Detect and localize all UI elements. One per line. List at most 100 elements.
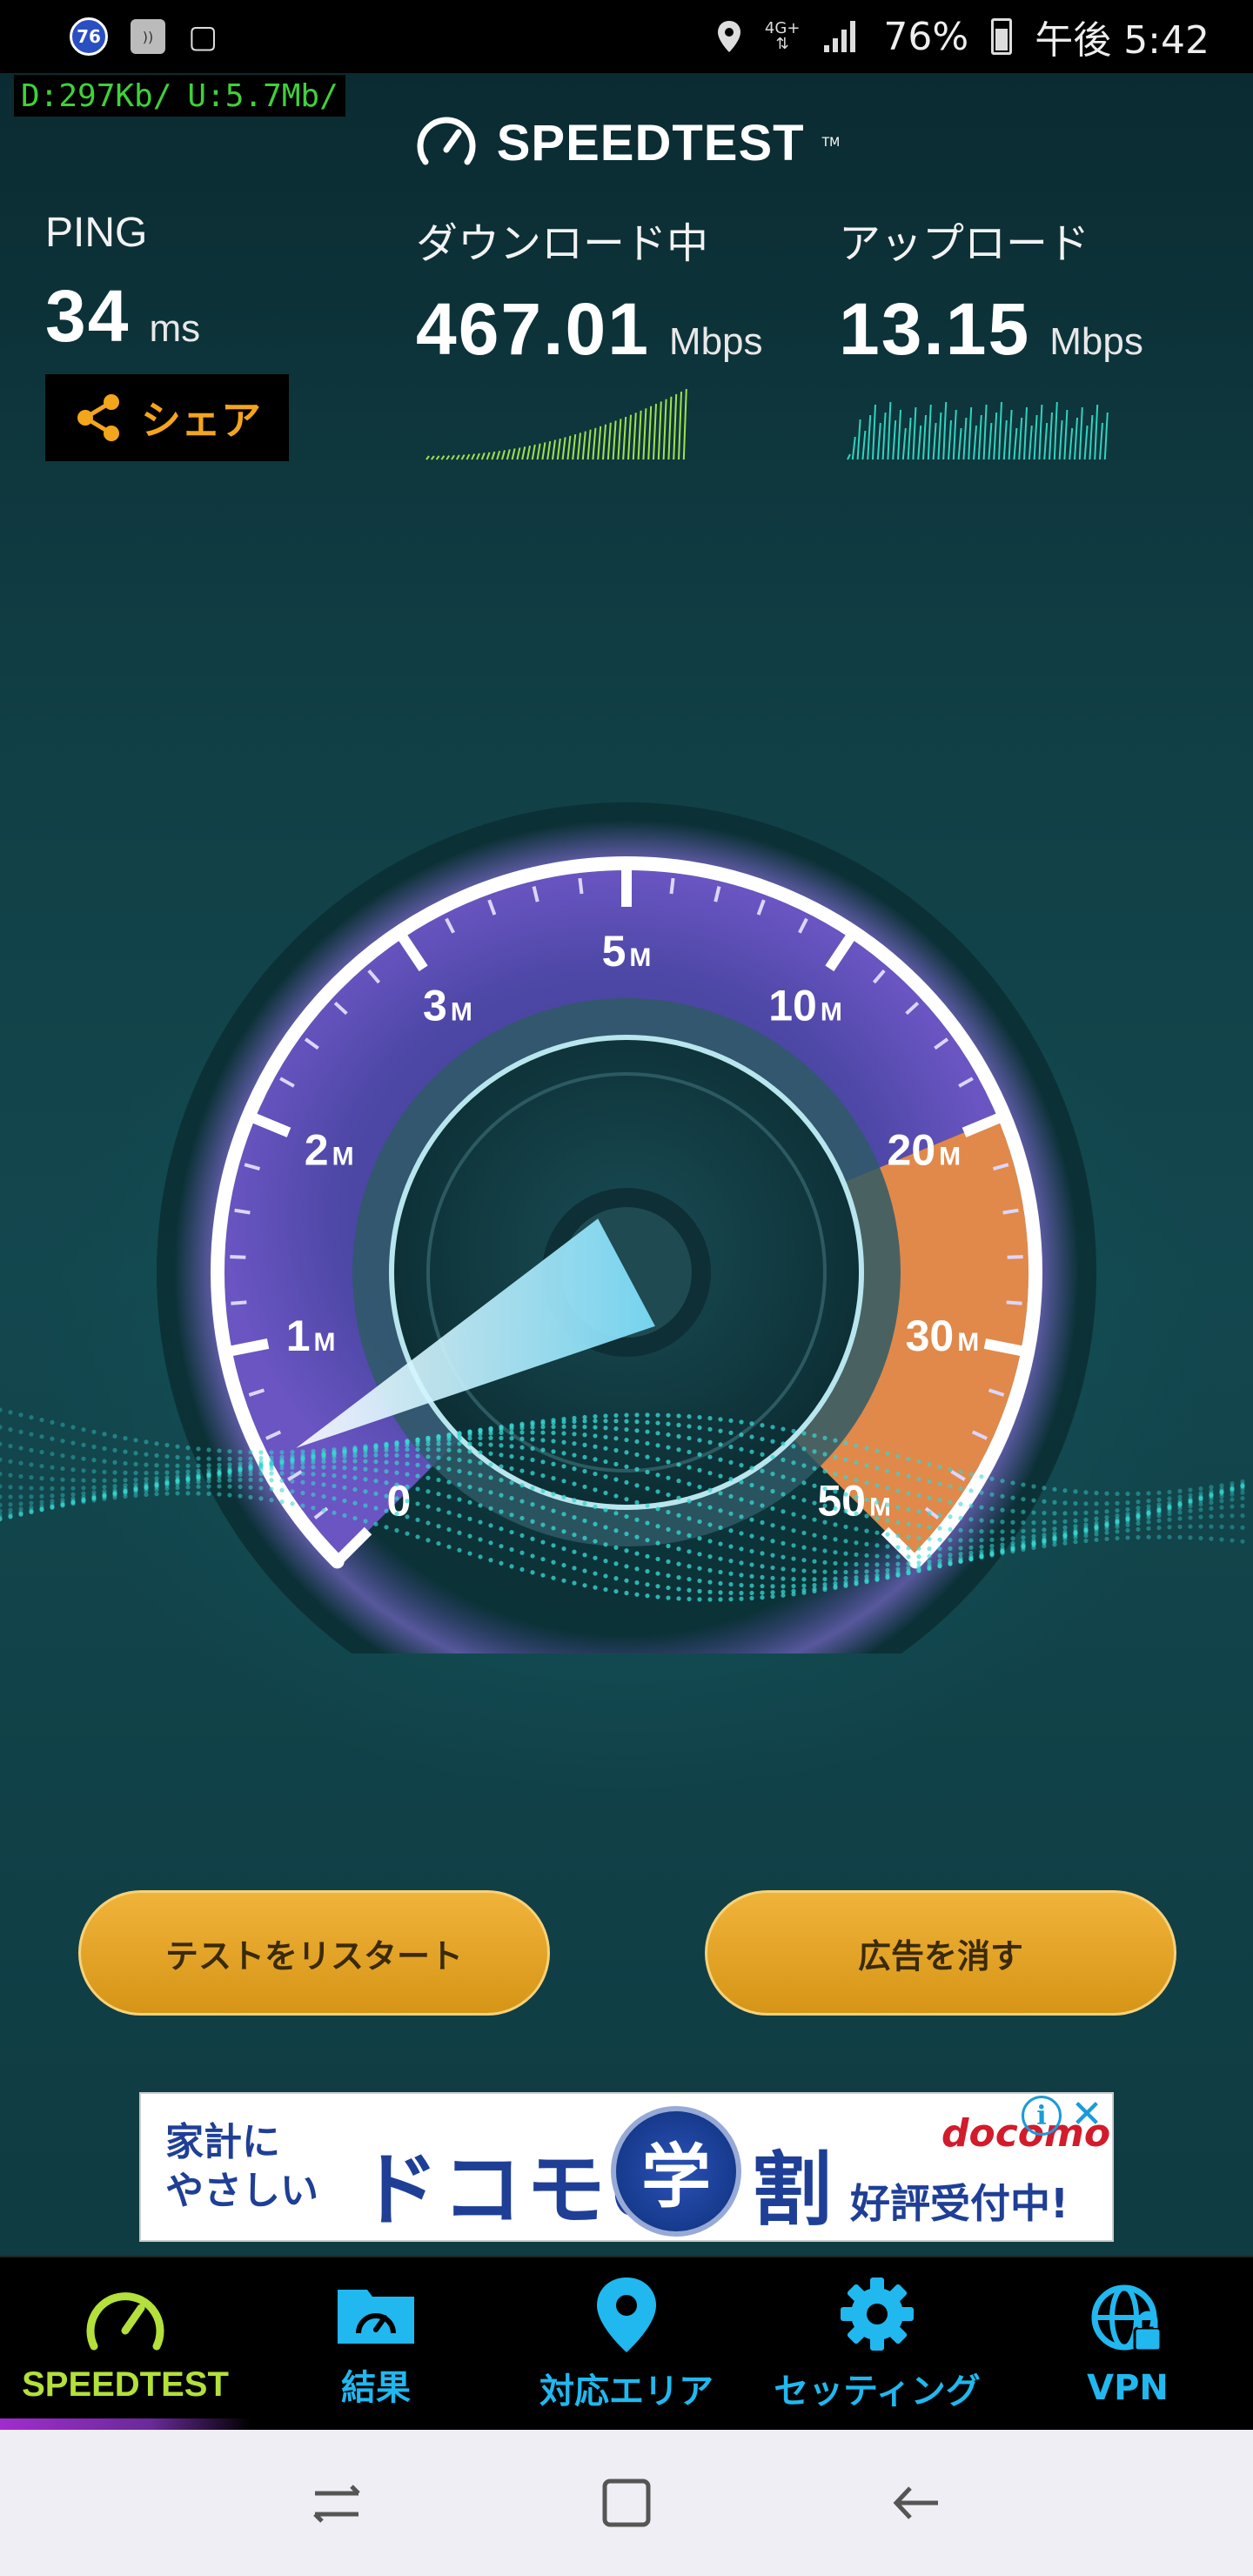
back-icon[interactable] [886, 2472, 947, 2533]
wave-dot [989, 1492, 995, 1497]
wave-dot [1219, 1513, 1224, 1519]
wave-dot [572, 1466, 577, 1472]
wave-dot [822, 1486, 828, 1492]
wave-dot [342, 1513, 347, 1518]
wave-dot [739, 1479, 744, 1485]
wave-dot [352, 1475, 358, 1480]
wave-dot [123, 1460, 128, 1466]
wave-dot [290, 1465, 295, 1470]
wave-dot [60, 1477, 65, 1482]
wave-dot [979, 1529, 984, 1534]
wave-dot [645, 1412, 650, 1418]
wave-dot [864, 1497, 869, 1502]
wave-dot [728, 1459, 734, 1465]
recent-apps-icon[interactable] [306, 2472, 367, 2533]
sparkline-bar [948, 419, 952, 460]
wave-dot [405, 1461, 410, 1466]
wave-dot [405, 1472, 410, 1477]
wave-dot [989, 1529, 995, 1534]
home-icon[interactable] [596, 2472, 657, 2533]
wave-dot [530, 1471, 535, 1476]
sparkline-bar [622, 416, 627, 460]
wave-dot [593, 1539, 598, 1544]
wave-dot [958, 1546, 963, 1551]
wave-dot [760, 1452, 765, 1457]
wave-dot [1125, 1522, 1130, 1528]
ad-close-icon[interactable]: ✕ [1067, 2092, 1107, 2137]
wave-dot [217, 1448, 222, 1453]
wave-dot [50, 1419, 55, 1425]
wave-dot [561, 1419, 566, 1425]
wave-dot [874, 1568, 880, 1573]
wave-dot [687, 1465, 692, 1470]
nav-speedtest[interactable]: SPEEDTEST [0, 2257, 251, 2431]
wave-dot [436, 1465, 441, 1471]
wave-dot [269, 1486, 274, 1492]
wave-dot [593, 1471, 598, 1477]
wave-dot [415, 1462, 420, 1467]
wave-dot [91, 1444, 97, 1450]
wave-dot [770, 1506, 775, 1512]
sparkline-bar [653, 404, 657, 460]
nfc-icon: )) [131, 19, 165, 54]
wave-dot [927, 1461, 932, 1467]
wave-dot [603, 1573, 608, 1579]
wave-dot [634, 1412, 640, 1418]
wave-dot [791, 1576, 796, 1582]
share-button[interactable]: シェア [45, 374, 289, 461]
wave-dot [572, 1441, 577, 1446]
wave-dot [937, 1481, 942, 1486]
wave-dot [175, 1470, 180, 1475]
wave-dot [676, 1596, 681, 1601]
sparkline-bar [922, 414, 927, 460]
wave-dot [561, 1578, 566, 1583]
wave-dot [279, 1499, 285, 1505]
wave-dot [760, 1594, 765, 1600]
sparkline-bar [1028, 425, 1033, 460]
wave-dot [0, 1494, 3, 1499]
nav-settings[interactable]: セッティング [752, 2257, 1002, 2431]
wave-dot [530, 1425, 535, 1430]
wave-dot [843, 1575, 848, 1581]
wave-dot [989, 1476, 995, 1481]
wave-dot [707, 1505, 713, 1510]
wave-dot [885, 1486, 890, 1491]
wave-dot [687, 1499, 692, 1504]
wave-dot [822, 1534, 828, 1540]
remove-ads-button[interactable]: 広告を消す [705, 1890, 1176, 2016]
wave-dot [39, 1507, 44, 1513]
wave-dot [770, 1565, 775, 1571]
restart-test-button[interactable]: テストをリスタート [78, 1890, 550, 2016]
wave-dot [749, 1548, 754, 1554]
wave-dot [968, 1488, 974, 1493]
nav-coverage-area[interactable]: 対応エリア [501, 2257, 752, 2431]
wave-dot [60, 1453, 65, 1459]
wave-dot [530, 1486, 535, 1491]
wave-dot [916, 1476, 921, 1481]
wave-dot [801, 1558, 807, 1563]
wave-dot [373, 1459, 379, 1465]
wave-dot [655, 1506, 660, 1512]
sparkline-bar [476, 453, 480, 460]
wave-dot [561, 1464, 566, 1469]
wave-dot [645, 1520, 650, 1526]
wave-dot [133, 1477, 138, 1482]
wave-dot [749, 1517, 754, 1522]
wave-dot [39, 1499, 44, 1505]
wave-dot [687, 1577, 692, 1582]
ad-info-icon[interactable]: i [1022, 2096, 1062, 2136]
wave-dot [290, 1461, 295, 1466]
wave-dot [791, 1444, 796, 1449]
wave-dot [958, 1552, 963, 1557]
ad-banner[interactable]: 家計に やさしい ドコモの 学 割 docomo 好評受付中! i ✕ [139, 2092, 1114, 2242]
wave-dot [227, 1493, 232, 1498]
sparkline-bar [993, 412, 998, 460]
wave-dot [989, 1519, 995, 1524]
wave-dot [311, 1465, 316, 1470]
wave-dot [1125, 1527, 1130, 1533]
nav-results[interactable]: 結果 [251, 2257, 501, 2431]
wave-dot [718, 1442, 723, 1447]
wave-dot [227, 1449, 232, 1454]
nav-vpn[interactable]: VPN [1002, 2257, 1253, 2431]
wave-dot [822, 1560, 828, 1565]
